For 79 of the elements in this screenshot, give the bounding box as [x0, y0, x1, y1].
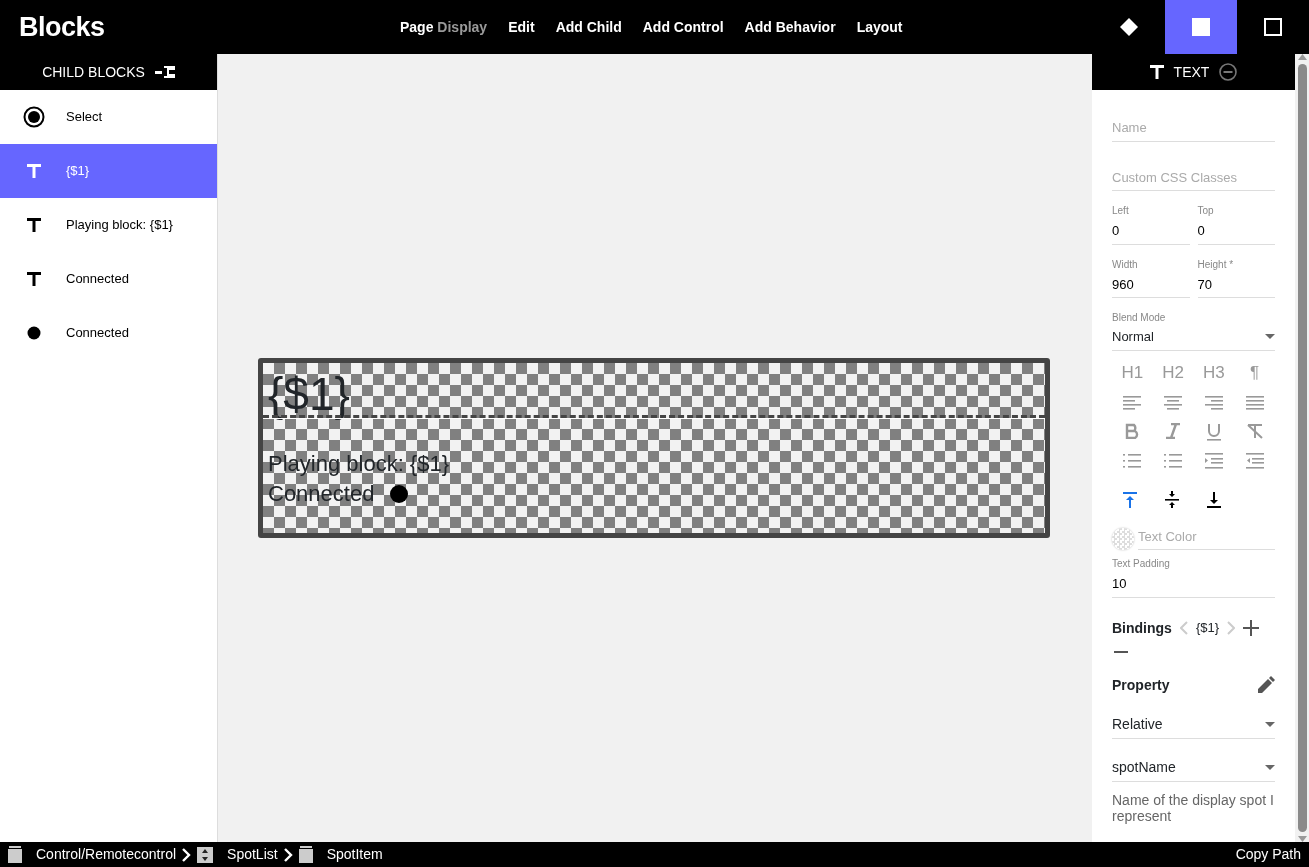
add-icon[interactable] [1243, 620, 1260, 636]
select-field[interactable]: Normal [1112, 325, 1275, 351]
remove-icon[interactable] [1114, 650, 1128, 653]
radio-icon [23, 106, 45, 128]
stack-icon [298, 846, 313, 863]
sidebar-item[interactable]: {$1} [0, 144, 217, 198]
input-field[interactable]: 960 [1112, 272, 1190, 298]
clear-format-icon[interactable] [1245, 422, 1264, 439]
menu-item[interactable]: Page Display [400, 16, 488, 38]
text-icon [27, 218, 41, 232]
input-field[interactable]: 70 [1197, 272, 1275, 298]
property-description: Name of the display spot I represent [1112, 791, 1275, 824]
align-center-icon[interactable] [1164, 394, 1183, 411]
field-label: Width [1112, 257, 1139, 272]
input-field[interactable]: Text Color [1138, 524, 1275, 550]
menu-item[interactable]: Add Child [555, 16, 622, 38]
preview-heading: {$1} [268, 367, 350, 421]
input-field[interactable]: Custom CSS Classes [1112, 165, 1275, 191]
outdent-icon[interactable] [1245, 452, 1264, 469]
preview-text: Connected [268, 480, 375, 508]
pencil-icon[interactable] [1257, 676, 1275, 694]
field-label: Top [1197, 204, 1215, 218]
italic-icon[interactable] [1165, 422, 1182, 439]
diamond-icon [1119, 17, 1139, 37]
indent-icon[interactable] [1204, 452, 1223, 469]
field-label: Left [1112, 204, 1130, 218]
text-icon [27, 272, 41, 286]
field-label: Blend Mode [1112, 311, 1167, 325]
vertical-align-top-icon[interactable] [1122, 490, 1138, 509]
scrollbar-thumb[interactable] [1297, 64, 1307, 832]
input-field[interactable]: 0 [1197, 219, 1275, 245]
underline-icon[interactable] [1205, 422, 1222, 441]
menu-item[interactable]: Layout [856, 16, 903, 38]
caret-icon [1265, 764, 1275, 770]
breadcrumb-link[interactable]: Control/Remotecontrol [36, 844, 177, 865]
dot-icon [390, 485, 409, 503]
app-logo: Blocks [18, 10, 106, 44]
stack-icon [8, 846, 22, 863]
bullet-list-icon[interactable] [1123, 452, 1142, 469]
breadcrumb-link[interactable]: SpotItem [326, 844, 383, 865]
property-label: Property [1112, 675, 1170, 695]
select-field[interactable]: Relative [1112, 711, 1275, 739]
input-field[interactable]: Name [1112, 116, 1275, 142]
tree-icon [154, 66, 175, 78]
square-outline-icon [1264, 18, 1282, 36]
text-icon [27, 164, 41, 178]
vertical-align-middle-icon[interactable] [1164, 490, 1180, 509]
breadcrumb-link[interactable]: SpotList [227, 844, 278, 865]
chevron-left-icon[interactable] [1179, 621, 1188, 635]
chevron-right-icon [182, 847, 192, 862]
menu-item[interactable]: Add Behavior [744, 16, 836, 38]
field-label: Height * [1197, 257, 1235, 272]
vertical-align-bottom-icon[interactable] [1206, 490, 1222, 509]
panel-title: TEXT [1173, 62, 1210, 82]
bindings-label: Bindings [1112, 618, 1172, 638]
caret-icon [1265, 721, 1275, 727]
bold-icon[interactable] [1124, 422, 1141, 439]
dot-icon [27, 326, 41, 340]
binding-value: {$1} [1195, 619, 1220, 638]
square-icon [1192, 18, 1210, 36]
menu-item[interactable]: Edit [508, 16, 535, 38]
sort-icon [197, 846, 214, 863]
field-label: Text Padding [1112, 557, 1171, 571]
copy-path-button[interactable]: Copy Path [1235, 844, 1301, 865]
align-left-icon[interactable] [1123, 394, 1142, 411]
input-field[interactable]: 0 [1112, 219, 1190, 245]
panel-title: CHILD BLOCKS [42, 62, 145, 82]
color-swatch[interactable] [1112, 528, 1134, 550]
menu-item[interactable]: Add Control [642, 16, 724, 38]
chevron-right-icon [283, 847, 293, 862]
remove-icon[interactable] [1219, 63, 1238, 81]
numbered-list-icon[interactable] [1164, 452, 1183, 469]
justify-icon[interactable] [1245, 394, 1264, 411]
caret-icon [1265, 334, 1275, 340]
select-field[interactable]: spotName [1112, 754, 1275, 782]
input-field[interactable]: 10 [1112, 572, 1275, 598]
text-icon [1149, 65, 1164, 79]
align-right-icon[interactable] [1204, 394, 1223, 411]
chevron-right-icon[interactable] [1227, 621, 1236, 635]
